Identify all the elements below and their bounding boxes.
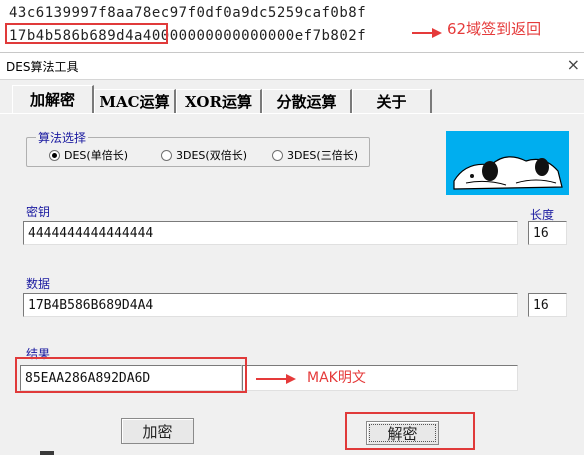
- data-label: 数据: [26, 277, 51, 291]
- algorithm-group-title: 算法选择: [36, 129, 89, 146]
- snoopy-image: [446, 131, 569, 195]
- titlebar: DES算法工具 ×: [0, 53, 584, 80]
- encrypt-button[interactable]: 加密: [121, 418, 194, 444]
- tab-xor[interactable]: XOR运算: [176, 89, 262, 113]
- tab-about[interactable]: 关于: [352, 89, 432, 113]
- tab-mac[interactable]: MAC运算: [94, 89, 176, 113]
- highlight-box-decrypt: [345, 412, 475, 450]
- window-title: DES算法工具: [6, 60, 79, 74]
- highlight-box-result: [15, 357, 247, 393]
- data-length-input[interactable]: 16: [528, 293, 567, 317]
- radio-icon: [272, 149, 283, 161]
- highlight-box-hex: [5, 23, 168, 44]
- right-arrow-icon: [412, 28, 442, 38]
- radio-label: 3DES(双倍长): [176, 149, 247, 162]
- radio-3des-triple[interactable]: 3DES(三倍长): [272, 147, 358, 163]
- radio-label: DES(单倍长): [64, 149, 128, 162]
- tab-divider: [0, 113, 584, 114]
- annotation-mak-plaintext: MAK明文: [307, 370, 366, 386]
- key-input[interactable]: 4444444444444444: [23, 221, 518, 245]
- radio-label: 3DES(三倍长): [287, 149, 358, 162]
- data-input[interactable]: 17B4B586B689D4A4: [23, 293, 518, 317]
- close-icon[interactable]: ×: [567, 55, 580, 74]
- radio-icon: [161, 149, 172, 161]
- radio-3des-double[interactable]: 3DES(双倍长): [161, 147, 247, 163]
- tab-diversify[interactable]: 分散运算: [262, 89, 352, 113]
- right-arrow-icon: [256, 374, 296, 384]
- key-label: 密钥: [26, 205, 51, 219]
- radio-icon: [49, 149, 60, 161]
- resize-handle: [40, 451, 54, 455]
- annotation-62-return: 62域签到返回: [447, 20, 542, 38]
- hex-line-1: 43c6139997f8aa78ec97f0df0a9dc5259caf0b8f: [9, 5, 367, 21]
- des-tool-window: DES算法工具 × 加解密 MAC运算 XOR运算 分散运算 关于 算法选择 D…: [0, 52, 584, 455]
- tab-encrypt-decrypt[interactable]: 加解密: [12, 85, 94, 113]
- key-length-input[interactable]: 16: [528, 221, 567, 245]
- radio-des-single[interactable]: DES(单倍长): [49, 147, 128, 163]
